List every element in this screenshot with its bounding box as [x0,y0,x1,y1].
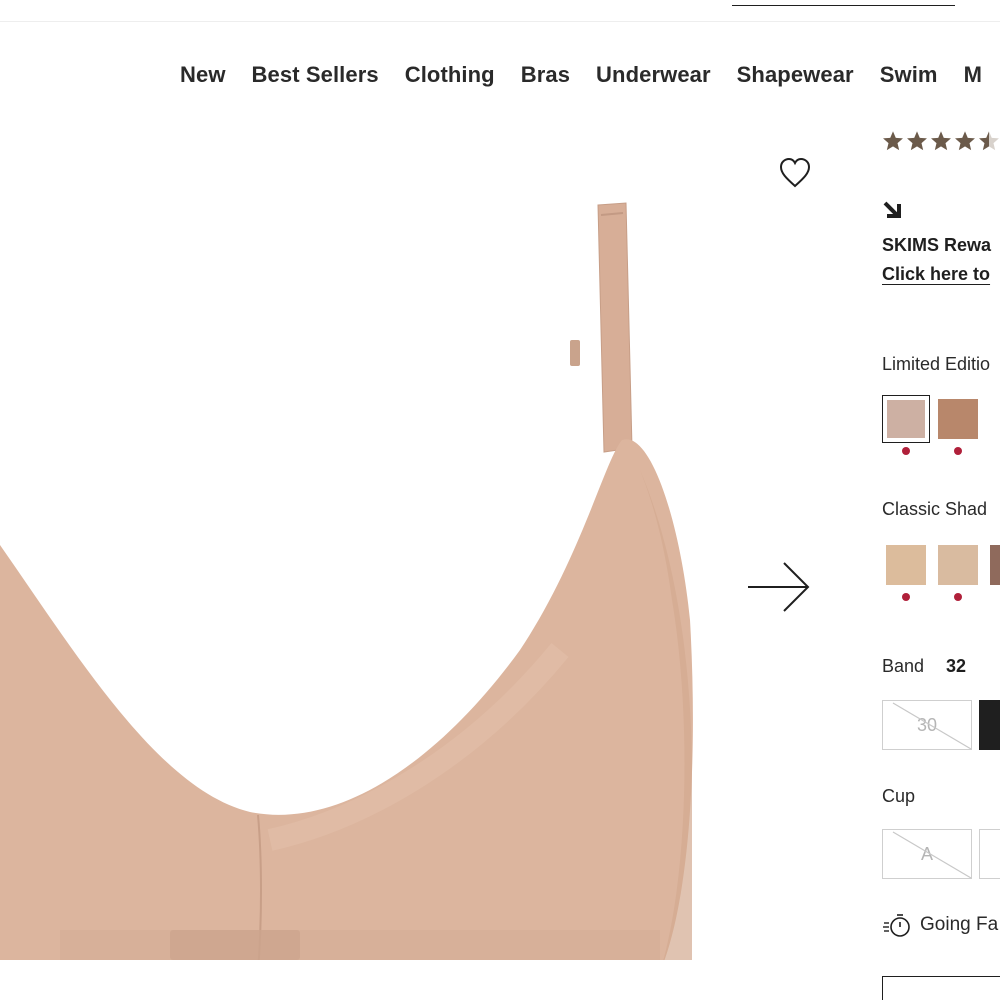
cup-option-a[interactable]: A [882,829,972,879]
arrow-down-right-icon [883,201,901,218]
star-icon [907,131,927,151]
product-details-panel: SKIMS Rewa Click here to Limited Editio … [882,120,1000,1000]
nav-item-swim[interactable]: Swim [880,60,938,90]
cup-option-next[interactable] [979,829,1000,879]
arrow-right-icon[interactable] [746,558,812,616]
nav-item-more[interactable]: M [964,60,982,90]
band-selected-value: 32 [946,656,967,676]
shipping-info: Going Fa [882,910,998,940]
star-icon [979,131,999,151]
new-indicator-dot [902,447,910,455]
heart-outline-icon[interactable] [778,156,812,190]
new-indicator-dot [954,447,962,455]
limited-color-swatch[interactable] [938,399,978,439]
band-option-30[interactable]: 30 [882,700,972,750]
classic-color-swatch[interactable] [938,545,978,585]
classic-shades-label: Classic Shad [882,499,988,519]
product-image-gallery [0,120,860,1000]
top-utility-bar [0,0,1000,22]
rewards-link[interactable]: Click here to [882,264,990,285]
main-navigation: New Best Sellers Clothing Bras Underwear… [180,60,1000,90]
star-icon [883,131,903,151]
nav-item-new[interactable]: New [180,60,226,90]
top-account-link[interactable] [732,0,955,6]
nav-item-clothing[interactable]: Clothing [405,60,495,90]
nav-item-best-sellers[interactable]: Best Sellers [252,60,379,90]
stopwatch-icon [883,914,910,937]
nav-item-shapewear[interactable]: Shapewear [737,60,854,90]
nav-item-bras[interactable]: Bras [521,60,570,90]
add-to-bag-button[interactable] [882,976,1000,1000]
classic-color-swatch[interactable] [990,545,1000,585]
unavailable-strike-icon [892,702,972,750]
star-icon [955,131,975,151]
rewards-title: SKIMS Rewa [882,235,992,255]
classic-color-swatch[interactable] [886,545,926,585]
product-image [0,202,860,1000]
band-option-selected[interactable] [979,700,1000,750]
band-label: Band [882,656,925,676]
unavailable-strike-icon [892,831,972,879]
shipping-text: Going Fa [920,914,999,935]
new-indicator-dot [902,593,910,601]
rating-stars[interactable] [882,130,1000,152]
limited-color-swatch[interactable] [882,395,930,443]
cup-label: Cup [882,786,916,806]
star-icon [931,131,951,151]
new-indicator-dot [954,593,962,601]
nav-item-underwear[interactable]: Underwear [596,60,711,90]
limited-edition-label: Limited Editio [882,354,991,374]
